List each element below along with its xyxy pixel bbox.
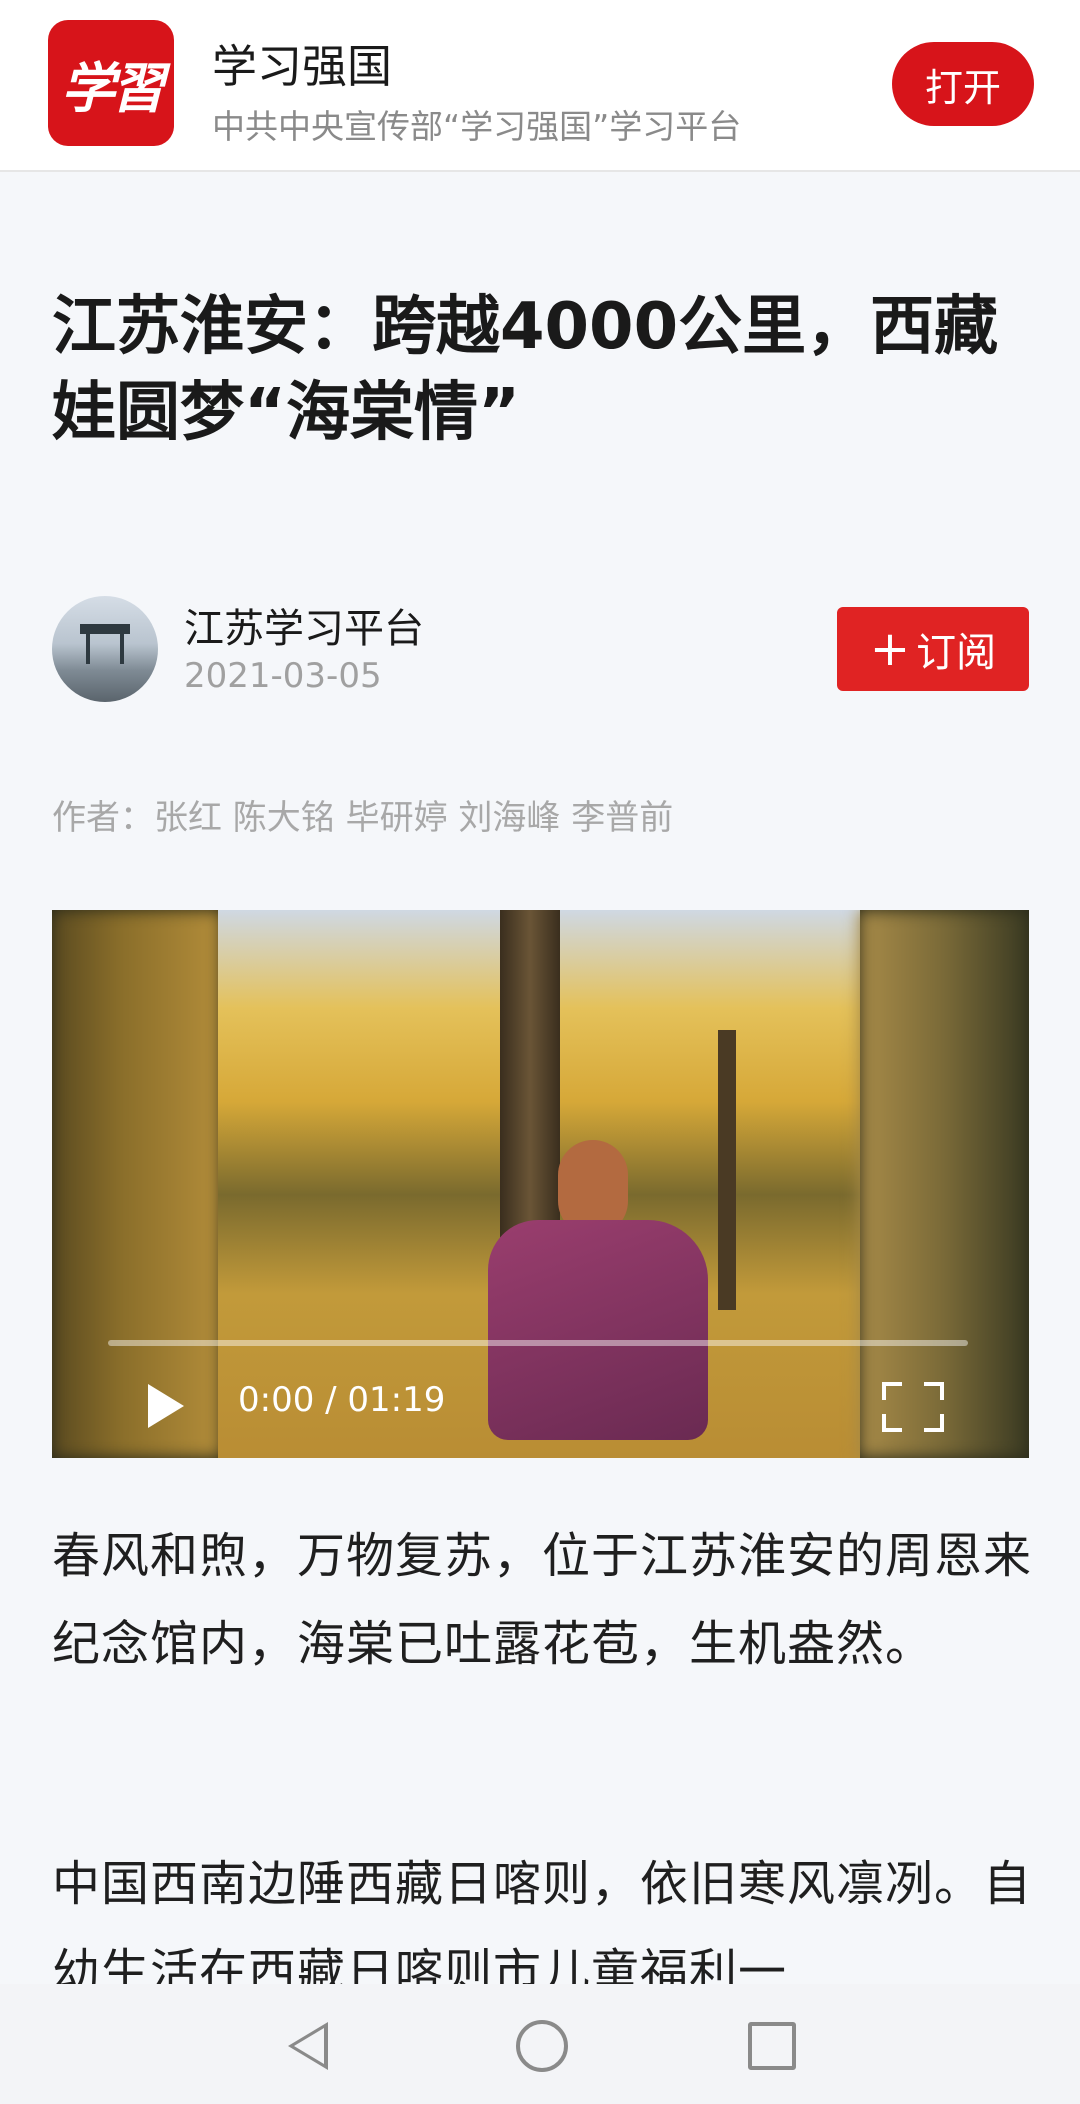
fullscreen-corner-br (924, 1414, 944, 1432)
play-icon[interactable] (148, 1384, 184, 1428)
system-nav-bar (0, 1984, 1080, 2104)
source-avatar[interactable] (52, 596, 158, 702)
plus-icon: + (869, 621, 911, 677)
article-paragraph: 春风和煦，万物复苏，位于江苏淮安的周恩来纪念馆内，海棠已吐露花苞，生机盎然。 (52, 1528, 1033, 1672)
authors-line: 作者：张红 陈大铭 毕研婷 刘海峰 李普前 (52, 798, 674, 838)
video-player[interactable]: 0:00 / 01:19 (52, 910, 1029, 1458)
app-banner: 学習 学习强国 中共中央宣传部“学习强国”学习平台 打开 (0, 0, 1080, 172)
article-title: 江苏淮安：跨越4000公里，西藏娃圆梦“海棠情” (52, 290, 999, 450)
video-progress-bar[interactable] (108, 1340, 968, 1346)
person-body (488, 1220, 708, 1440)
home-circle-icon[interactable] (516, 2020, 568, 2072)
app-name: 学习强国 (212, 40, 393, 93)
pavilion-roof (80, 624, 130, 634)
video-blur-left (52, 910, 222, 1458)
open-app-button[interactable]: 打开 (892, 42, 1034, 126)
back-triangle-inner (294, 2028, 324, 2064)
fullscreen-corner-bl (882, 1414, 902, 1432)
app-description: 中共中央宣传部“学习强国”学习平台 (212, 107, 742, 146)
fullscreen-icon[interactable] (882, 1382, 944, 1432)
subscribe-label: 订阅 (916, 630, 997, 676)
tree-trunk-small (718, 1030, 736, 1310)
subscribe-button[interactable]: + 订阅 (837, 607, 1029, 691)
video-frame (218, 910, 860, 1458)
video-blur-right (859, 910, 1029, 1458)
video-time: 0:00 / 01:19 (238, 1380, 446, 1420)
fullscreen-corner-tr (924, 1382, 944, 1400)
recent-square-icon[interactable] (748, 2022, 796, 2070)
article-paragraph: 中国西南边陲西藏日喀则，依旧寒风凛冽。自幼生活在西藏日喀则市儿童福利一 (52, 1856, 1032, 1990)
pavilion-pillars (86, 634, 124, 664)
publish-date: 2021-03-05 (184, 656, 382, 696)
fullscreen-corner-tl (882, 1382, 902, 1400)
app-logo[interactable]: 学習 (48, 20, 174, 146)
source-name[interactable]: 江苏学习平台 (184, 596, 424, 654)
